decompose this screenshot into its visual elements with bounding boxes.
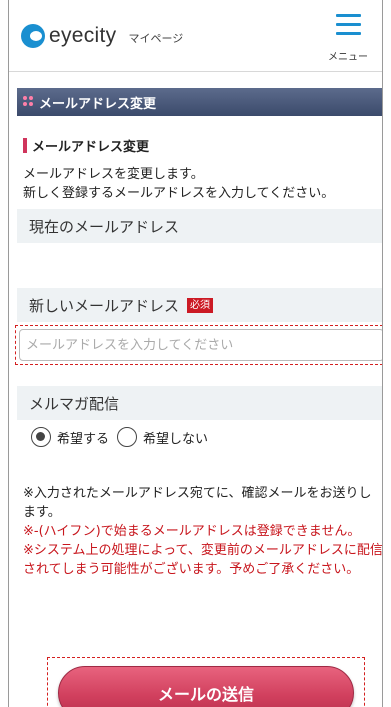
- phone-frame: eyecity マイページ メニュー メールアドレス変更 メールアドレス変更 メ…: [8, 0, 383, 707]
- note-hyphen: ※-(ハイフン)で始まるメールアドレスは登録できません。: [23, 524, 361, 539]
- notes: ※入力されたメールアドレス宛てに、確認メールをお送りします。 ※-(ハイフン)で…: [23, 484, 383, 579]
- intro-text: メールアドレスを変更します。 新しく登録するメールアドレスを入力してください。: [23, 165, 334, 203]
- hamburger-icon: [336, 14, 361, 17]
- submit-highlight: メールの送信: [47, 657, 365, 707]
- hamburger-icon: [336, 32, 361, 35]
- mypage-label: マイページ: [128, 31, 184, 45]
- sub-heading-marker: [23, 138, 27, 153]
- hamburger-icon: [336, 23, 361, 26]
- current-email-label-text: 現在のメールアドレス: [29, 217, 180, 236]
- newsletter-label-text: メルマガ配信: [29, 394, 120, 413]
- new-email-label-text: 新しいメールアドレス: [29, 296, 180, 315]
- current-email-label: 現在のメールアドレス: [17, 209, 382, 243]
- menu-label: メニュー: [328, 52, 368, 63]
- intro-line-1: メールアドレスを変更します。: [23, 167, 204, 182]
- header: eyecity マイページ メニュー: [9, 0, 382, 72]
- intro-line-2: 新しく登録するメールアドレスを入力してください。: [23, 186, 335, 201]
- newsletter-label: メルマガ配信: [17, 386, 382, 420]
- logo[interactable]: eyecity マイページ: [21, 24, 183, 48]
- submit-button[interactable]: メールの送信: [58, 666, 354, 707]
- required-badge: 必須: [187, 297, 214, 313]
- note-system: ※システム上の処理によって、変更前のメールアドレスに配信されてしまう可能性がござ…: [23, 543, 383, 577]
- section-title: メールアドレス変更: [39, 96, 157, 112]
- brand-name: eyecity: [49, 24, 117, 47]
- new-email-label: 新しいメールアドレス 必須: [17, 288, 382, 322]
- section-title-bar: メールアドレス変更: [17, 88, 382, 116]
- sub-heading-text: メールアドレス変更: [32, 140, 150, 155]
- menu-button[interactable]: メニュー: [322, 12, 374, 64]
- radio-subscribe[interactable]: [31, 427, 51, 447]
- email-input-highlight: [15, 325, 382, 365]
- radio-subscribe-label[interactable]: 希望する: [57, 428, 109, 447]
- newsletter-options: 希望する 希望しない: [31, 427, 216, 447]
- radio-unsubscribe[interactable]: [117, 427, 138, 447]
- note-confirmation: ※入力されたメールアドレス宛てに、確認メールをお送りします。: [23, 486, 372, 520]
- radio-unsubscribe-label[interactable]: 希望しない: [143, 428, 208, 447]
- logo-icon: [21, 24, 45, 48]
- new-email-input[interactable]: [19, 329, 382, 361]
- sub-heading: メールアドレス変更: [23, 136, 149, 155]
- dots-icon: [23, 96, 33, 108]
